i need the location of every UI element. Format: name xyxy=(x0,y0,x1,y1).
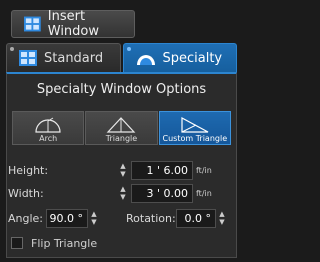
height-unit: ft/in xyxy=(196,165,212,175)
spin-down-icon[interactable]: ▼ xyxy=(219,218,224,226)
tab-standard[interactable]: Standard xyxy=(6,43,121,72)
window-icon xyxy=(24,16,41,32)
spin-up-icon[interactable]: ▲ xyxy=(91,210,96,218)
tab-indicator-dot xyxy=(126,47,131,51)
arch-shape-icon xyxy=(35,117,61,133)
tab-indicator-dot xyxy=(10,47,14,51)
height-row: Height: ▲ ▼ 1 ' 6.00 ft/in xyxy=(8,160,234,180)
width-label: Width: xyxy=(8,186,44,200)
height-label: Height: xyxy=(8,163,49,177)
width-input[interactable]: 3 ' 0.00 xyxy=(131,183,193,203)
angle-input[interactable]: 90.0 ° xyxy=(46,208,88,228)
arch-window-icon xyxy=(136,55,155,65)
shape-triangle-button[interactable]: Triangle xyxy=(85,111,158,145)
rotation-label: Rotation: xyxy=(126,211,176,225)
height-spinner[interactable]: ▲ ▼ xyxy=(118,161,128,179)
rotation-input[interactable]: 0.0 ° xyxy=(176,208,216,228)
spin-up-icon[interactable]: ▲ xyxy=(219,210,224,218)
angle-spinner[interactable]: ▲ ▼ xyxy=(89,209,99,227)
shape-custom-triangle-button[interactable]: Custom Triangle xyxy=(158,111,231,145)
width-row: Width: ▲ ▼ 3 ' 0.00 ft/in xyxy=(8,183,234,203)
angle-label: Angle: xyxy=(8,211,44,225)
flip-triangle-row: Flip Triangle xyxy=(11,235,97,251)
shape-triangle-label: Triangle xyxy=(105,134,138,143)
panel-title: Specialty Window Options xyxy=(36,82,207,97)
shape-custom-triangle-label: Custom Triangle xyxy=(162,134,228,143)
width-unit: ft/in xyxy=(196,188,212,198)
spin-down-icon[interactable]: ▼ xyxy=(91,218,96,226)
height-input[interactable]: 1 ' 6.00 xyxy=(131,160,193,180)
window-type-tabs: Standard Specialty xyxy=(6,43,237,72)
spin-up-icon[interactable]: ▲ xyxy=(120,162,125,170)
rotation-spinner[interactable]: ▲ ▼ xyxy=(217,209,227,227)
spin-down-icon[interactable]: ▼ xyxy=(120,193,125,201)
tab-specialty[interactable]: Specialty xyxy=(122,43,237,72)
flip-triangle-label: Flip Triangle xyxy=(31,236,98,250)
insert-window-label: Insert Window xyxy=(47,9,100,39)
width-spinner[interactable]: ▲ ▼ xyxy=(118,184,128,202)
flip-triangle-checkbox[interactable] xyxy=(11,237,23,249)
shape-arch-button[interactable]: Arch xyxy=(12,111,85,145)
window-icon xyxy=(19,50,37,66)
shape-arch-label: Arch xyxy=(39,134,58,143)
triangle-shape-icon xyxy=(107,117,136,133)
insert-window-button[interactable]: Insert Window xyxy=(11,9,135,39)
spin-up-icon[interactable]: ▲ xyxy=(120,185,125,193)
shape-selector: Arch Triangle Custom Triangle xyxy=(12,111,231,145)
tab-standard-label: Standard xyxy=(44,50,104,66)
tab-specialty-label: Specialty xyxy=(162,50,223,66)
spin-down-icon[interactable]: ▼ xyxy=(120,170,125,178)
custom-triangle-shape-icon xyxy=(181,116,209,133)
angle-rotation-row: Angle: 90.0 ° ▲ ▼ Rotation: 0.0 ° ▲ ▼ xyxy=(8,208,234,228)
